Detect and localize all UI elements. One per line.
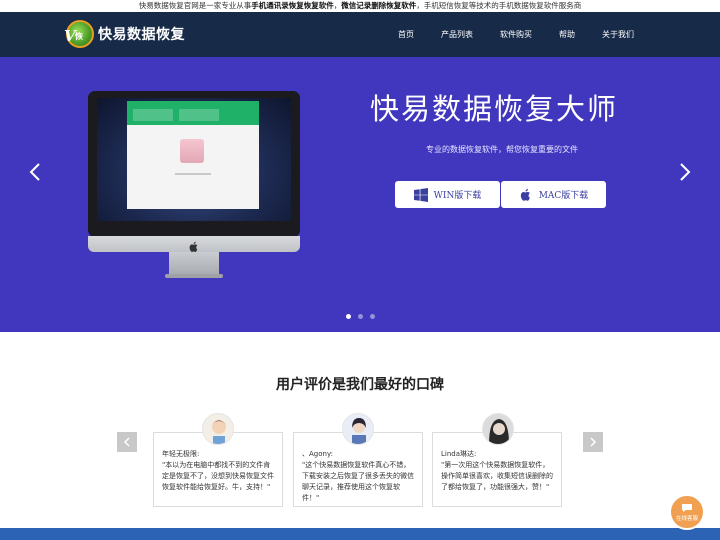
- imac-base: [165, 274, 223, 278]
- mac-download-label: MAC版下载: [538, 191, 589, 201]
- hero-banner: 快易数据恢复大师 专业的数据恢复软件，帮您恢复重要的文件 WIN版下载 MAC版…: [0, 57, 720, 332]
- windows-icon: [413, 187, 428, 202]
- site-logo[interactable]: V恢 快易数据恢复: [64, 20, 185, 48]
- app-status-line: [175, 173, 211, 175]
- mac-download-button[interactable]: MAC版下载: [501, 181, 606, 208]
- carousel-dot-3[interactable]: [370, 314, 375, 319]
- carousel-next-icon[interactable]: [678, 162, 692, 182]
- app-window-preview: [127, 101, 259, 209]
- apple-icon: [520, 188, 530, 201]
- reviews-prev-icon[interactable]: [117, 432, 137, 452]
- footer-strip: [0, 528, 720, 540]
- app-card-2: [179, 109, 219, 121]
- review-author: Linda琳达:: [441, 450, 477, 458]
- carousel-dot-2[interactable]: [358, 314, 363, 319]
- nav-help[interactable]: 帮助: [559, 29, 575, 40]
- avatar: [202, 413, 234, 445]
- logo-icon: V恢: [64, 20, 94, 48]
- online-service-button[interactable]: 在线客服: [669, 494, 705, 530]
- phone-icon: [180, 139, 204, 163]
- apple-logo-icon: [188, 238, 200, 252]
- logo-text: 快易数据恢复: [98, 27, 185, 43]
- imac-chin: [88, 236, 300, 252]
- review-author: 年轻无极限:: [162, 450, 200, 458]
- main-nav: 首页 产品列表 软件购买 帮助 关于我们: [371, 12, 634, 57]
- notice-text-1: 快易数据恢复官网是一家专业从事: [138, 1, 252, 10]
- imac-screen: [97, 98, 291, 221]
- review-text: "第一次用这个快易数据恢复软件，操作简单很喜欢，收集短信误删除的了都给恢复了，功…: [441, 461, 553, 491]
- nav-products[interactable]: 产品列表: [441, 29, 473, 40]
- navbar: V恢 快易数据恢复 首页 产品列表 软件购买 帮助 关于我们: [0, 12, 720, 57]
- hero-title: 快易数据恢复大师: [370, 92, 619, 126]
- nav-buy[interactable]: 软件购买: [500, 29, 532, 40]
- win-download-button[interactable]: WIN版下载: [395, 181, 500, 208]
- notice-link-contacts[interactable]: 手机通讯录恢复恢复软件: [251, 1, 334, 10]
- nav-home[interactable]: 首页: [398, 29, 414, 40]
- top-notice: 快易数据恢复官网是一家专业从事手机通讯录恢复恢复软件，微信记录删除恢复软件，手机…: [0, 0, 720, 12]
- avatar: [342, 413, 374, 445]
- reviews-next-icon[interactable]: [583, 432, 603, 452]
- avatar: [482, 413, 514, 445]
- notice-text-3: ，手机短信恢复等技术的手机数据恢复软件服务商: [416, 1, 582, 10]
- nav-about[interactable]: 关于我们: [602, 29, 634, 40]
- app-window-header: [127, 101, 259, 125]
- carousel-prev-icon[interactable]: [28, 162, 42, 182]
- imac-stand: [169, 252, 219, 274]
- carousel-dot-1[interactable]: [346, 314, 351, 319]
- review-author: 、Agony:: [302, 450, 333, 458]
- chat-bubble-icon: [682, 503, 692, 512]
- review-text: "这个快易数据恢复软件真心不错，下载安装之后恢复了很多丢失的微信聊天记录，推荐使…: [302, 461, 414, 502]
- imac-illustration: [88, 91, 300, 278]
- review-text: "本以为在电脑中都找不到的文件肯定是恢复不了，没想到快易恢复文件恢复软件能给恢复…: [162, 461, 274, 491]
- app-card-1: [133, 109, 173, 121]
- reviews-title: 用户评价是我们最好的口碑: [276, 377, 444, 393]
- hero-subtitle: 专业的数据恢复软件，帮您恢复重要的文件: [426, 145, 578, 154]
- win-download-label: WIN版下载: [433, 191, 482, 201]
- carousel-dots: [346, 314, 382, 319]
- notice-link-wechat[interactable]: 微信记录删除恢复软件: [341, 1, 416, 10]
- imac-bezel: [88, 91, 300, 237]
- online-service-label: 在线客服: [675, 515, 698, 522]
